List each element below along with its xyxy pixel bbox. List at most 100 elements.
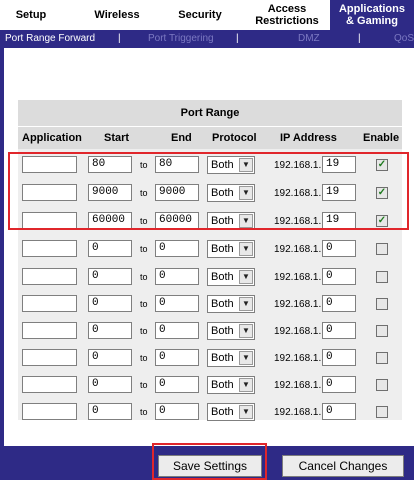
start-port-input[interactable]: 0 xyxy=(88,295,132,312)
start-port-input[interactable]: 0 xyxy=(88,376,132,393)
end-port-input[interactable]: 0 xyxy=(155,322,199,339)
protocol-value: Both xyxy=(211,298,234,310)
end-port-input[interactable]: 0 xyxy=(155,376,199,393)
cancel-changes-button[interactable]: Cancel Changes xyxy=(282,455,404,477)
application-name-input[interactable] xyxy=(22,349,77,366)
protocol-select[interactable]: Both ▼ xyxy=(207,376,255,394)
chevron-down-icon[interactable]: ▼ xyxy=(239,297,253,311)
tab-setup[interactable]: Setup xyxy=(0,0,62,30)
chevron-down-icon[interactable]: ▼ xyxy=(239,378,253,392)
end-port-input[interactable]: 60000 xyxy=(155,212,199,229)
enable-checkbox[interactable]: ✓ xyxy=(376,215,388,227)
protocol-select[interactable]: Both ▼ xyxy=(207,212,255,230)
checkmark-icon: ✓ xyxy=(377,159,387,170)
tab-access-restrictions[interactable]: Access Restrictions xyxy=(244,0,330,30)
start-port-input[interactable]: 80 xyxy=(88,156,132,173)
tab-setup-label: Setup xyxy=(15,9,47,21)
enable-checkbox[interactable] xyxy=(376,271,388,283)
ip-last-octet-input[interactable]: 0 xyxy=(322,268,356,285)
start-port-input[interactable]: 0 xyxy=(88,240,132,257)
tab-security[interactable]: Security xyxy=(165,0,235,30)
protocol-select[interactable]: Both ▼ xyxy=(207,240,255,258)
enable-checkbox[interactable] xyxy=(376,352,388,364)
enable-checkbox[interactable] xyxy=(376,325,388,337)
application-name-input[interactable] xyxy=(22,322,77,339)
protocol-value: Both xyxy=(211,187,234,199)
protocol-select[interactable]: Both ▼ xyxy=(207,403,255,421)
protocol-select[interactable]: Both ▼ xyxy=(207,295,255,313)
subnav-port-range-forward[interactable]: Port Range Forward xyxy=(5,33,95,44)
application-name-input[interactable] xyxy=(22,403,77,420)
application-name-input[interactable] xyxy=(22,212,77,229)
col-protocol: Protocol xyxy=(212,132,257,144)
tab-wireless-label: Wireless xyxy=(94,9,140,21)
start-port-input[interactable]: 60000 xyxy=(88,212,132,229)
application-name-input[interactable] xyxy=(22,295,77,312)
end-port-input[interactable]: 0 xyxy=(155,268,199,285)
save-settings-button[interactable]: Save Settings xyxy=(158,455,262,477)
chevron-down-icon[interactable]: ▼ xyxy=(239,324,253,338)
end-port-input[interactable]: 0 xyxy=(155,240,199,257)
application-name-input[interactable] xyxy=(22,376,77,393)
subnav-qos[interactable]: QoS xyxy=(394,33,414,44)
subnav-port-triggering[interactable]: Port Triggering xyxy=(148,33,214,44)
enable-checkbox[interactable]: ✓ xyxy=(376,187,388,199)
tab-applications-gaming[interactable]: Applications & Gaming xyxy=(330,0,414,30)
protocol-value: Both xyxy=(211,379,234,391)
chevron-down-icon[interactable]: ▼ xyxy=(239,214,253,228)
application-name-input[interactable] xyxy=(22,268,77,285)
col-start: Start xyxy=(104,132,130,144)
enable-checkbox[interactable]: ✓ xyxy=(376,159,388,171)
enable-checkbox[interactable] xyxy=(376,379,388,391)
table-row: 0 to 0 Both ▼ 192.168.1. 0 xyxy=(18,292,402,318)
protocol-select[interactable]: Both ▼ xyxy=(207,349,255,367)
ip-last-octet-input[interactable]: 0 xyxy=(322,322,356,339)
table-row: 0 to 0 Both ▼ 192.168.1. 0 xyxy=(18,346,402,372)
enable-checkbox[interactable] xyxy=(376,406,388,418)
chevron-down-icon[interactable]: ▼ xyxy=(239,405,253,419)
end-port-input[interactable]: 80 xyxy=(155,156,199,173)
chevron-down-icon[interactable]: ▼ xyxy=(239,186,253,200)
end-port-input[interactable]: 0 xyxy=(155,349,199,366)
ip-last-octet-input[interactable]: 19 xyxy=(322,212,356,229)
end-port-input[interactable]: 0 xyxy=(155,403,199,420)
enable-checkbox[interactable] xyxy=(376,243,388,255)
enable-checkbox[interactable] xyxy=(376,298,388,310)
chevron-down-icon[interactable]: ▼ xyxy=(239,242,253,256)
chevron-down-icon[interactable]: ▼ xyxy=(239,351,253,365)
to-label: to xyxy=(140,244,148,254)
ip-last-octet-input[interactable]: 0 xyxy=(322,403,356,420)
start-port-input[interactable]: 0 xyxy=(88,322,132,339)
save-settings-label: Save Settings xyxy=(172,459,248,473)
subnav-dmz[interactable]: DMZ xyxy=(298,33,320,44)
protocol-select[interactable]: Both ▼ xyxy=(207,184,255,202)
start-port-input[interactable]: 0 xyxy=(88,268,132,285)
application-name-input[interactable] xyxy=(22,184,77,201)
protocol-select[interactable]: Both ▼ xyxy=(207,322,255,340)
start-port-input[interactable]: 9000 xyxy=(88,184,132,201)
col-enable: Enable xyxy=(363,132,400,144)
ip-last-octet-input[interactable]: 0 xyxy=(322,376,356,393)
protocol-select[interactable]: Both ▼ xyxy=(207,156,255,174)
checkmark-icon: ✓ xyxy=(377,187,387,198)
ip-last-octet-input[interactable]: 19 xyxy=(322,156,356,173)
checkmark-icon: ✓ xyxy=(377,215,387,226)
ip-last-octet-input[interactable]: 0 xyxy=(322,295,356,312)
to-label: to xyxy=(140,353,148,363)
protocol-select[interactable]: Both ▼ xyxy=(207,268,255,286)
ip-last-octet-input[interactable]: 19 xyxy=(322,184,356,201)
ip-last-octet-input[interactable]: 0 xyxy=(322,349,356,366)
ip-last-octet-input[interactable]: 0 xyxy=(322,240,356,257)
protocol-value: Both xyxy=(211,159,234,171)
application-name-input[interactable] xyxy=(22,240,77,257)
tab-security-label: Security xyxy=(178,9,222,21)
tab-wireless[interactable]: Wireless xyxy=(82,0,152,30)
chevron-down-icon[interactable]: ▼ xyxy=(239,158,253,172)
chevron-down-icon[interactable]: ▼ xyxy=(239,270,253,284)
start-port-input[interactable]: 0 xyxy=(88,349,132,366)
end-port-input[interactable]: 9000 xyxy=(155,184,199,201)
table-row: 0 to 0 Both ▼ 192.168.1. 0 xyxy=(18,400,402,426)
end-port-input[interactable]: 0 xyxy=(155,295,199,312)
start-port-input[interactable]: 0 xyxy=(88,403,132,420)
application-name-input[interactable] xyxy=(22,156,77,173)
